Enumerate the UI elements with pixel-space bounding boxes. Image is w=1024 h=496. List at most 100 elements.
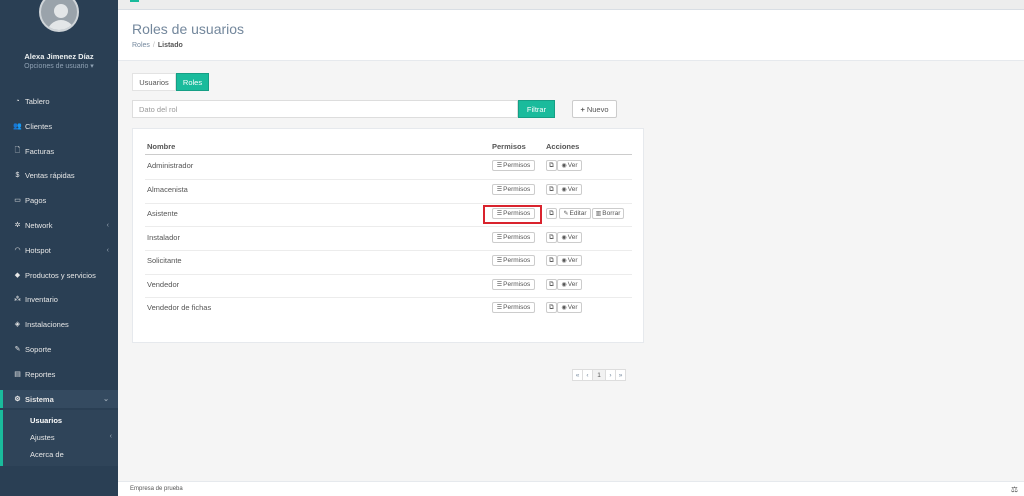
wifi-icon: ◠ (14, 247, 21, 254)
list-icon: ☰ (496, 305, 503, 311)
new-role-button[interactable]: + Nuevo (572, 100, 617, 118)
tab-roles[interactable]: Roles (176, 73, 209, 91)
delete-button[interactable]: ▥ Borrar (592, 208, 624, 219)
view-button[interactable]: ◉ Ver (557, 279, 582, 290)
sidebar-item-network[interactable]: ✲ Network ‹ (0, 216, 118, 234)
view-button[interactable]: ◉ Ver (557, 302, 582, 313)
sidebar-item-label: Hotspot (25, 245, 51, 255)
view-label: Ver (567, 234, 578, 241)
page-title: Roles de usuarios (132, 21, 245, 37)
sidebar-item-pagos[interactable]: ▭ Pagos (0, 191, 118, 209)
copy-button[interactable]: ⧉ (546, 279, 557, 290)
sidebar-item-inventario[interactable]: ⁂ Inventario (0, 290, 118, 308)
tags-icon: ◆ (14, 272, 21, 279)
sidebar-item-instalaciones[interactable]: ◈ Instalaciones (0, 315, 118, 333)
edit-button[interactable]: ✎ Editar (559, 208, 591, 219)
permissions-button[interactable]: ☰ Permisos (492, 302, 535, 313)
view-button[interactable]: ◉ Ver (557, 160, 582, 171)
column-header-name: Nombre (147, 142, 176, 151)
eye-icon: ◉ (561, 187, 567, 193)
role-name: Almacenista (147, 185, 188, 194)
new-button-label: Nuevo (586, 104, 609, 114)
column-header-permissions: Permisos (492, 142, 526, 151)
sidebar-item-label: Sistema (25, 394, 54, 404)
sidebar-item-facturas[interactable]: 🗋 Facturas (0, 142, 118, 160)
permissions-label: Permisos (503, 281, 531, 288)
chevron-left-icon: ‹ (109, 433, 112, 440)
role-search-input[interactable] (132, 100, 518, 118)
permissions-button[interactable]: ☰ Permisos (492, 160, 535, 171)
sidebar-subitem-acerca-de[interactable]: Acerca de (30, 450, 64, 459)
sidebar-item-label: Pagos (25, 195, 47, 205)
role-name: Vendedor (147, 280, 180, 289)
highlight-box (483, 205, 542, 224)
eye-icon: ◉ (561, 282, 567, 288)
permissions-button[interactable]: ☰ Permisos (492, 184, 535, 195)
view-button[interactable]: ◉ Ver (557, 184, 582, 195)
copy-icon: ⧉ (549, 280, 554, 288)
sidebar-item-hotspot[interactable]: ◠ Hotspot ‹ (0, 241, 118, 259)
copy-button[interactable]: ⧉ (546, 302, 557, 313)
role-name: Asistente (147, 209, 178, 218)
sitemap-icon: ✲ (14, 222, 21, 229)
eye-icon: ◉ (561, 163, 567, 169)
sidebar-item-productos-servicios[interactable]: ◆ Productos y servicios (0, 266, 118, 284)
copy-icon: ⧉ (549, 256, 554, 264)
list-icon: ☰ (496, 187, 503, 193)
copy-icon: ⧉ (549, 233, 554, 241)
copy-button[interactable]: ⧉ (546, 208, 557, 219)
sidebar-item-sistema[interactable]: ⚙ Sistema ⌄ (0, 390, 118, 408)
copy-button[interactable]: ⧉ (546, 184, 557, 195)
row-divider (145, 274, 632, 275)
breadcrumb-root[interactable]: Roles (132, 42, 150, 49)
edit-icon: ✎ (563, 211, 569, 217)
sidebar-item-reportes[interactable]: ▤ Reportes (0, 365, 118, 383)
footer: Empresa de prueba ⚖ (118, 481, 1024, 496)
sidebar-item-tablero[interactable]: ◔ Tablero (0, 92, 118, 110)
eye-icon: ◉ (561, 235, 567, 241)
sidebar-item-label: Clientes (25, 121, 53, 131)
sidebar-item-ventas-rapidas[interactable]: $ Ventas rápidas (0, 166, 118, 184)
permissions-label: Permisos (503, 304, 531, 311)
list-icon: ☰ (496, 282, 503, 288)
sidebar: Alexa Jimenez Díaz Opciones de usuario ▾… (0, 0, 118, 496)
sidebar-item-label: Productos y servicios (25, 270, 96, 280)
list-icon: ☰ (496, 258, 503, 264)
copy-icon: ⧉ (549, 209, 554, 217)
chevron-left-icon: ‹ (106, 221, 109, 229)
view-label: Ver (567, 304, 578, 311)
sidebar-item-label: Network (25, 220, 53, 230)
avatar[interactable] (39, 0, 79, 32)
filter-button[interactable]: Filtrar (518, 100, 555, 118)
sidebar-subitem-usuarios[interactable]: Usuarios (30, 416, 62, 425)
copy-button[interactable]: ⧉ (546, 255, 557, 266)
column-header-actions: Acciones (546, 142, 580, 151)
tab-usuarios[interactable]: Usuarios (132, 73, 176, 91)
sidebar-item-label: Tablero (25, 96, 50, 106)
copy-button[interactable]: ⧉ (546, 160, 557, 171)
sidebar-item-label: Instalaciones (25, 319, 69, 329)
money-icon: ▭ (14, 197, 21, 204)
view-label: Ver (567, 162, 578, 169)
copy-button[interactable]: ⧉ (546, 232, 557, 243)
user-options-menu[interactable]: Opciones de usuario ▾ (0, 62, 118, 70)
sidebar-item-clientes[interactable]: 👥 Clientes (0, 117, 118, 135)
sidebar-item-soporte[interactable]: ✎ Soporte (0, 340, 118, 358)
permissions-button[interactable]: ☰ Permisos (492, 232, 535, 243)
sidebar-subitem-ajustes[interactable]: Ajustes (30, 433, 55, 442)
balance-scale-icon: ⚖ (1010, 485, 1018, 494)
eye-icon: ◉ (561, 305, 567, 311)
list-icon: ☰ (496, 235, 503, 241)
chevron-left-icon: ‹ (106, 246, 109, 254)
breadcrumb-separator: / (152, 42, 155, 49)
view-button[interactable]: ◉ Ver (557, 255, 582, 266)
permissions-button[interactable]: ☰ Permisos (492, 279, 535, 290)
pagination-last[interactable]: » (615, 369, 626, 381)
sidebar-item-label: Reportes (25, 369, 56, 379)
list-icon: ☰ (496, 163, 503, 169)
role-name: Administrador (147, 161, 194, 170)
pagination-page[interactable]: 1 (592, 369, 606, 381)
permissions-button[interactable]: ☰ Permisos (492, 255, 535, 266)
view-button[interactable]: ◉ Ver (557, 232, 582, 243)
row-divider (145, 226, 632, 227)
